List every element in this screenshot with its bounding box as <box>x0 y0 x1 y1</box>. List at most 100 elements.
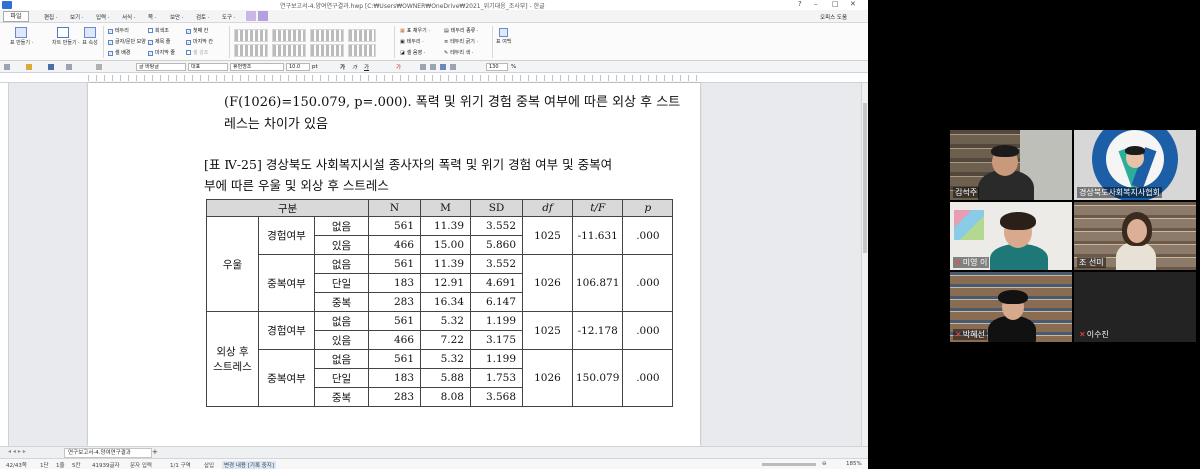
table-style-thumb[interactable] <box>272 29 306 42</box>
check-cell-highlight[interactable]: 셀 강조 <box>186 49 208 56</box>
close-icon[interactable]: ✕ <box>850 0 856 8</box>
help-icon[interactable]: ? <box>798 0 802 8</box>
video-call-panel: 김석주 경상북도사회복지사협회 ✕미영 이 조 선미 ✕박혜선 ✕이수진 <box>868 0 1200 469</box>
cell-sd: 3.552 <box>470 216 523 236</box>
zoom-out-icon[interactable]: ⊖ <box>822 461 827 467</box>
participant-tile[interactable]: ✕이수진 <box>1074 272 1196 342</box>
cell-m: 5.32 <box>420 349 471 369</box>
participant-tile[interactable]: 경상북도사회복지사협회 <box>1074 130 1196 200</box>
save-icon[interactable] <box>48 64 54 70</box>
align-left-icon[interactable] <box>420 64 426 70</box>
table-style-thumb[interactable] <box>234 44 268 57</box>
menu-format[interactable]: 서식 · <box>122 13 136 21</box>
check-cell-bg[interactable]: ✓ 셀 배경 <box>108 49 130 56</box>
menu-edit[interactable]: 편집 · <box>44 13 58 21</box>
open-folder-icon[interactable] <box>26 64 32 70</box>
table-style-thumb[interactable] <box>310 29 344 42</box>
participant-tile[interactable]: ✕미영 이 <box>950 202 1072 270</box>
new-doc-icon[interactable] <box>4 64 10 70</box>
vertical-scrollbar[interactable] <box>861 83 868 446</box>
border-width-button[interactable]: ≡ 테두리 굵기 · <box>444 38 478 45</box>
cell-m: 16.34 <box>420 292 471 312</box>
table-style-thumb[interactable] <box>310 44 344 57</box>
create-chart-button[interactable]: 차트 만들기 · <box>52 27 80 46</box>
menu-security[interactable]: 보안 · <box>170 13 184 21</box>
cell-n: 183 <box>368 368 421 388</box>
cell-category: 있음 <box>314 330 369 350</box>
menu-review[interactable]: 검토 · <box>196 13 210 21</box>
participant-tile[interactable]: 김석주 <box>950 130 1072 200</box>
hwp-app-icon[interactable] <box>2 1 12 9</box>
cell-m: 12.91 <box>420 273 471 293</box>
office-help-label[interactable]: 오피스 도움 <box>820 13 847 21</box>
check-border[interactable]: ✓ 테두리 <box>108 27 129 34</box>
cell-shade-button[interactable]: ◪ 셀 음영 · <box>400 49 425 56</box>
status-insert[interactable]: 삽입 <box>204 461 214 469</box>
header-sd: SD <box>470 199 523 217</box>
print-icon[interactable] <box>66 64 72 70</box>
menu-view[interactable]: 보기 · <box>70 13 84 21</box>
border-color-button[interactable]: ✎ 테두리 색 · <box>444 49 473 56</box>
status-zoom[interactable]: 185% <box>846 461 862 467</box>
subgroup-label: 중복여부 <box>258 349 315 407</box>
cell-df: 1025 <box>522 216 573 255</box>
style-select[interactable]: 글 바탕글 <box>136 63 186 71</box>
status-page[interactable]: 42/43쪽 <box>6 461 27 469</box>
participant-tile[interactable]: 조 선미 <box>1074 202 1196 270</box>
check-header-row[interactable]: ✓ 제목 줄 <box>148 38 170 45</box>
document-page[interactable]: (F(1026)=150.079, p=.000). 폭력 및 위기 경험 중복… <box>88 83 700 446</box>
font-size-input[interactable]: 10.0 <box>286 63 310 71</box>
tab-nav-arrows-icon[interactable]: ◂ ◂ ▸ ▸ <box>8 448 26 455</box>
undo-icon[interactable] <box>96 64 102 70</box>
table-design-tab-icon[interactable] <box>246 11 256 21</box>
font-color-icon[interactable]: 가 <box>396 63 401 71</box>
add-tab-icon[interactable]: + <box>152 448 158 456</box>
align-center-icon[interactable] <box>430 64 436 70</box>
table-margin-button[interactable]: 표 여백 <box>496 28 511 45</box>
table-layout-tab-icon[interactable] <box>258 11 268 21</box>
menu-file[interactable]: 파일 <box>3 11 29 22</box>
align-right-icon[interactable] <box>450 64 456 70</box>
cell-n: 466 <box>368 330 421 350</box>
maximize-icon[interactable]: □ <box>832 0 839 8</box>
table-caption-line: [표 Ⅳ-25] 경상북도 사회복지시설 종사자의 폭력 및 위기 경험 여부 … <box>204 157 613 172</box>
table-style-thumb[interactable] <box>348 44 376 57</box>
participant-tile[interactable]: ✕박혜선 <box>950 272 1072 342</box>
table-style-thumb[interactable] <box>348 29 376 42</box>
table-style-thumb[interactable] <box>272 44 306 57</box>
zoom-slider[interactable] <box>762 463 816 466</box>
minimize-icon[interactable]: – <box>814 0 818 8</box>
vertical-ruler[interactable] <box>0 83 9 446</box>
document-tab[interactable]: 연구보고서-4.양여연구결과 <box>64 448 152 458</box>
align-justify-icon[interactable] <box>440 64 446 70</box>
format-toolbar: 글 바탕글 대표 휴먼명조 10.0 pt 가 가 가 가 130 % <box>0 61 868 73</box>
underline-icon[interactable]: 가 <box>364 63 369 71</box>
fill-table-button[interactable]: ▦ 표 채우기 · <box>400 27 430 34</box>
table-header-row: 구분 N M SD df t/F p <box>206 199 674 217</box>
menu-page[interactable]: 쪽 · <box>148 13 157 21</box>
italic-icon[interactable]: 가 <box>352 63 357 71</box>
check-first-col[interactable]: ✓ 첫째 칸 <box>186 27 208 34</box>
check-grayscale[interactable]: 회색조 <box>148 27 169 34</box>
table-properties-button[interactable]: 표 속성 <box>80 27 100 46</box>
menu-tools[interactable]: 도구 · <box>222 13 236 21</box>
border-type-button[interactable]: ▤ 테두리 종류 · <box>444 27 479 34</box>
zoom-input[interactable]: 130 <box>486 63 508 71</box>
scrollbar-thumb[interactable] <box>863 103 867 253</box>
table-row: 외상 후 스트레스 경험여부 없음 561 5.32 1.199 1025 -12… <box>206 311 674 407</box>
check-last-col[interactable]: ✓ 마지막 칸 <box>186 38 213 45</box>
horizontal-ruler[interactable] <box>0 73 868 83</box>
font-select[interactable]: 휴먼명조 <box>230 63 284 71</box>
create-table-button[interactable]: 표 만들기 · <box>10 27 33 46</box>
menu-insert[interactable]: 입력 · <box>96 13 110 21</box>
check-last-row[interactable]: ✓ 마지막 줄 <box>148 49 175 56</box>
table-style-thumb[interactable] <box>234 29 268 42</box>
border-button[interactable]: ▣ 테두리 · <box>400 38 424 45</box>
check-char-para-shape[interactable]: ✓ 글자/문단 모양 <box>108 38 146 45</box>
chart-icon <box>57 27 69 38</box>
status-track-changes[interactable]: 변경 내용 [기록 중지] <box>222 461 277 469</box>
table-style-gallery[interactable] <box>234 27 382 57</box>
language-select[interactable]: 대표 <box>188 63 228 71</box>
results-table[interactable]: 구분 N M SD df t/F p 우울 경험여부 없음 561 11.39 … <box>206 199 674 407</box>
bold-icon[interactable]: 가 <box>340 63 345 71</box>
